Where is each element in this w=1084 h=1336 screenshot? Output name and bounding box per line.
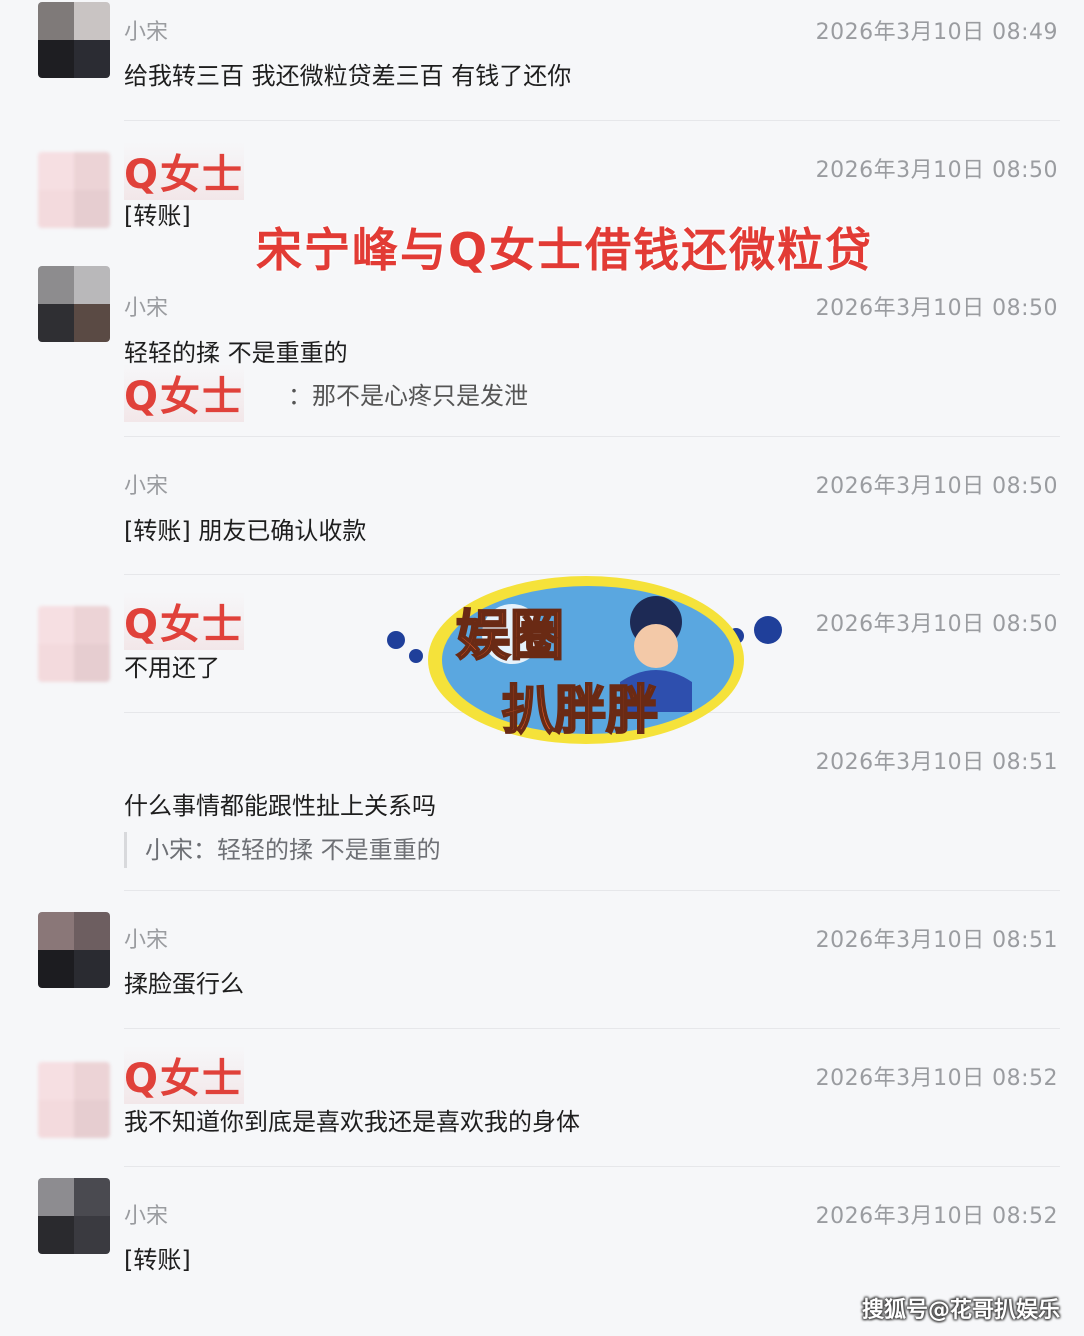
message-text: [转账] xyxy=(124,1246,191,1274)
quoted-message: 小宋：轻轻的揉 不是重重的 xyxy=(124,832,441,868)
divider xyxy=(124,1028,1060,1029)
avatar[interactable] xyxy=(38,606,110,682)
sender-name: 小宋 xyxy=(124,928,169,953)
overlay-caption: 宋宁峰与Q女士借钱还微粒贷 xyxy=(256,223,874,277)
divider xyxy=(124,120,1060,121)
divider xyxy=(124,436,1060,437)
avatar[interactable] xyxy=(38,152,110,228)
message-text: 给我转三百 我还微粒贷差三百 有钱了还你 xyxy=(124,62,572,90)
source-watermark: 搜狐号@花哥扒娱乐 xyxy=(861,1298,1060,1323)
logo-text-line1: 娱圈 xyxy=(456,604,564,667)
message-timestamp: 2026年3月10日 08:50 xyxy=(815,296,1058,321)
message-text: 我不知道你到底是喜欢我还是喜欢我的身体 xyxy=(124,1108,580,1136)
reply-line: Q女士 ：那不是心疼只是发泄 xyxy=(124,364,529,422)
message-timestamp: 2026年3月10日 08:52 xyxy=(815,1066,1058,1091)
message-timestamp: 2026年3月10日 08:50 xyxy=(815,158,1058,183)
message-text: [转账] xyxy=(124,202,191,230)
reply-sender-name: Q女士 xyxy=(124,364,245,422)
sender-name: 小宋 xyxy=(124,1204,169,1229)
chat-history-page: 小宋 2026年3月10日 08:49 给我转三百 我还微粒贷差三百 有钱了还你… xyxy=(0,0,1084,1336)
message-timestamp: 2026年3月10日 08:52 xyxy=(815,1204,1058,1229)
message-timestamp: 2026年3月10日 08:50 xyxy=(815,474,1058,499)
reply-text: ：那不是心疼只是发泄 xyxy=(288,381,529,410)
message-timestamp: 2026年3月10日 08:49 xyxy=(815,20,1058,45)
sender-name: 小宋 xyxy=(124,20,169,45)
avatar[interactable] xyxy=(38,1062,110,1138)
avatar[interactable] xyxy=(38,266,110,342)
message-timestamp: 2026年3月10日 08:51 xyxy=(815,928,1058,953)
avatar[interactable] xyxy=(38,912,110,988)
sender-name: 小宋 xyxy=(124,296,169,321)
sender-name: Q女士 xyxy=(124,1046,245,1104)
divider xyxy=(124,890,1060,891)
message-text: 揉脸蛋行么 xyxy=(124,970,244,998)
message-text: [转账] 朋友已确认收款 xyxy=(124,517,367,545)
sender-name: Q女士 xyxy=(124,592,245,650)
sender-name: Q女士 xyxy=(124,142,245,200)
message-text: 不用还了 xyxy=(124,654,220,682)
avatar[interactable] xyxy=(38,2,110,78)
sender-name: 小宋 xyxy=(124,474,169,499)
message-text: 什么事情都能跟性扯上关系吗 xyxy=(124,792,436,820)
message-timestamp: 2026年3月10日 08:51 xyxy=(815,750,1058,775)
message-text: 轻轻的揉 不是重重的 xyxy=(124,339,348,367)
yuquan-logo: 娱圈 扒胖胖 xyxy=(387,576,782,744)
message-timestamp: 2026年3月10日 08:50 xyxy=(815,612,1058,637)
divider xyxy=(124,1166,1060,1167)
logo-text-line2: 扒胖胖 xyxy=(502,681,658,741)
avatar[interactable] xyxy=(38,1178,110,1254)
